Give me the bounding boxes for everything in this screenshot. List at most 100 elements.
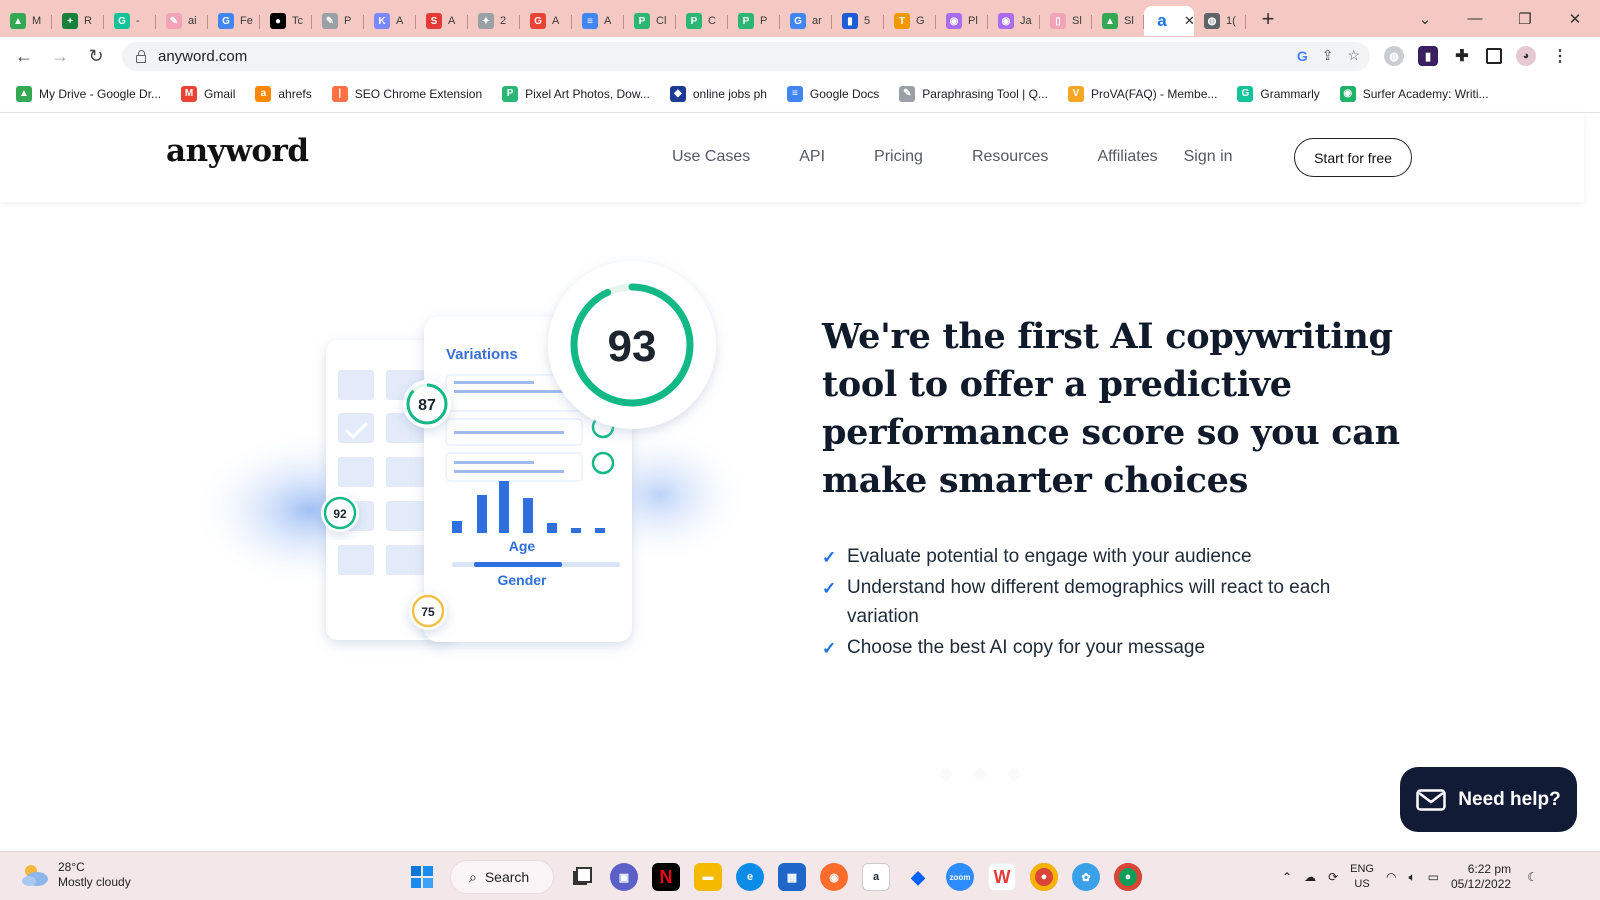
hero-title: We're the first AI copywriting tool to o… [822, 316, 1400, 501]
share-icon[interactable]: ⇪ [1322, 47, 1334, 64]
taskbar-search[interactable]: ⌕ Search [450, 860, 554, 894]
onedrive-icon[interactable]: ☁ [1304, 870, 1316, 884]
firefox-icon[interactable]: ◉ [820, 863, 848, 891]
url-text: anyword.com [158, 48, 248, 65]
browser-tab[interactable]: GA [520, 6, 572, 36]
browser-tab[interactable]: G Fe [208, 6, 260, 36]
chrome-icon[interactable]: ● [1030, 863, 1058, 891]
reload-button[interactable]: ↻ [78, 46, 114, 67]
carousel-dots [940, 768, 1020, 780]
browser-tab[interactable]: ≡ A [572, 6, 624, 36]
paint-icon[interactable]: ✿ [1072, 863, 1100, 891]
browser-tab[interactable]: ✎ ai [156, 6, 208, 36]
amazon-icon[interactable]: a [862, 863, 890, 891]
sign-in-link[interactable]: Sign in [1184, 148, 1233, 166]
carousel-dot[interactable] [974, 768, 986, 780]
browser-tab[interactable]: ● Tc [260, 6, 312, 36]
chevron-up-icon[interactable]: ⌃ [1282, 870, 1292, 884]
clock[interactable]: 6:22 pm 05/12/2022 [1451, 862, 1511, 892]
browser-tab-active[interactable]: a ✕ [1144, 6, 1194, 36]
browser-tab[interactable]: SA [416, 6, 468, 36]
close-tab-icon[interactable]: ✕ [1184, 13, 1194, 29]
start-for-free-button[interactable]: Start for free [1294, 138, 1412, 177]
task-view-icon[interactable] [568, 863, 596, 891]
browser-tab[interactable]: PP [728, 6, 780, 36]
bookmark-item[interactable]: | SEO Chrome Extension [331, 85, 482, 102]
nav-use-cases[interactable]: Use Cases [672, 148, 750, 166]
notification-icon[interactable]: ☾ [1527, 870, 1538, 884]
browser-tab[interactable]: ✎ P [312, 6, 364, 36]
browser-tab[interactable]: ▲ M [0, 6, 52, 36]
bookmark-item[interactable]: M Gmail [181, 85, 235, 102]
dropbox-icon[interactable]: ◆ [904, 863, 932, 891]
puzzle-icon[interactable]: ✚ [1452, 46, 1472, 66]
language-indicator[interactable]: ENG US [1350, 862, 1374, 892]
browser-tab[interactable]: ◍ 1( [1194, 6, 1246, 36]
extension-icon[interactable]: ▮ [1418, 46, 1438, 66]
bookmark-item[interactable]: G Grammarly [1237, 85, 1320, 102]
carousel-dot[interactable] [940, 768, 952, 780]
browser-tab[interactable]: PC [676, 6, 728, 36]
bookmark-item[interactable]: P Pixel Art Photos, Dow... [502, 85, 650, 102]
bookmark-item[interactable]: ◆ online jobs ph [669, 85, 767, 102]
browser-tab[interactable]: ◉ Pl [936, 6, 988, 36]
nav-affiliates[interactable]: Affiliates [1097, 148, 1157, 166]
feature-item: ✓ Evaluate potential to engage with your … [822, 542, 1402, 571]
battery-icon[interactable]: ▭ [1428, 870, 1439, 884]
bookmark-label: My Drive - Google Dr... [39, 86, 162, 101]
browser-tab[interactable]: TG [884, 6, 936, 36]
bookmark-star-icon[interactable]: ☆ [1347, 47, 1360, 64]
browser-tab[interactable]: KA [364, 6, 416, 36]
teams-chat-icon[interactable]: ▣ [610, 863, 638, 891]
browser-tab[interactable]: Gar [780, 6, 832, 36]
wifi-icon[interactable]: ◠ [1386, 870, 1396, 884]
bookmark-item[interactable]: ✎ Paraphrasing Tool | Q... [899, 85, 1048, 102]
new-tab-button[interactable]: + [1250, 4, 1286, 34]
bookmark-item[interactable]: ▲ My Drive - Google Dr... [16, 85, 162, 102]
close-window-button[interactable]: ✕ [1550, 10, 1600, 28]
bookmark-item[interactable]: ≡ Google Docs [786, 85, 879, 102]
profile-avatar[interactable]: ◕ [1516, 46, 1536, 66]
bookmark-favicon-icon: M [181, 85, 198, 102]
anyword-logo[interactable]: anyword [166, 133, 309, 169]
minimize-button[interactable]: — [1450, 10, 1500, 27]
bookmark-favicon-icon: V [1067, 85, 1084, 102]
netflix-icon[interactable]: N [652, 863, 680, 891]
bookmark-item[interactable]: ◉ Surfer Academy: Writi... [1339, 85, 1489, 102]
edge-icon[interactable]: e [736, 863, 764, 891]
address-bar[interactable]: anyword.com G ⇪ ☆ [122, 42, 1370, 71]
google-lens-icon[interactable]: G [1297, 48, 1308, 64]
file-explorer-icon[interactable]: ▬ [694, 863, 722, 891]
restore-button[interactable]: ❐ [1500, 10, 1550, 28]
nav-resources[interactable]: Resources [972, 148, 1048, 166]
need-help-button[interactable]: Need help? [1400, 767, 1577, 832]
browser-tab[interactable]: G- [104, 6, 156, 36]
volume-icon[interactable]: 🔈︎ [1408, 870, 1415, 885]
browser-tab[interactable]: ▮ 5 [832, 6, 884, 36]
browser-tab[interactable]: ◉ Ja [988, 6, 1040, 36]
browser-tab[interactable]: P Cl [624, 6, 676, 36]
browser-tab[interactable]: ▯ Sl [1040, 6, 1092, 36]
nav-api[interactable]: API [799, 148, 825, 166]
back-button[interactable]: ← [6, 46, 42, 67]
bookmark-item[interactable]: V ProVA(FAQ) - Membe... [1067, 85, 1217, 102]
weather-widget[interactable]: 28°C Mostly cloudy [20, 860, 131, 890]
forward-button[interactable]: → [42, 46, 78, 67]
sync-icon[interactable]: ⟳ [1328, 870, 1338, 884]
extensions-area: ◍ ▮ ✚ ◕ ⋮ [1384, 46, 1570, 66]
browser-tab[interactable]: + R [52, 6, 104, 36]
side-panel-icon[interactable] [1486, 48, 1502, 64]
bookmark-item[interactable]: a ahrefs [255, 85, 312, 102]
grammarly-extension-icon[interactable]: ◍ [1384, 46, 1404, 66]
chrome-profile-icon[interactable]: ● [1114, 863, 1142, 891]
zoom-icon[interactable]: zoom [946, 863, 974, 891]
browser-tab[interactable]: ✦ 2 [468, 6, 520, 36]
tab-search-icon[interactable]: ⌄ [1400, 10, 1450, 28]
nav-pricing[interactable]: Pricing [874, 148, 923, 166]
wps-icon[interactable]: W [988, 863, 1016, 891]
browser-tab[interactable]: ▲ Sl [1092, 6, 1144, 36]
carousel-dot[interactable] [1008, 768, 1020, 780]
windows-start-icon[interactable] [408, 863, 436, 891]
store-icon[interactable]: ▦ [778, 863, 806, 891]
menu-kebab-icon[interactable]: ⋮ [1550, 46, 1570, 66]
